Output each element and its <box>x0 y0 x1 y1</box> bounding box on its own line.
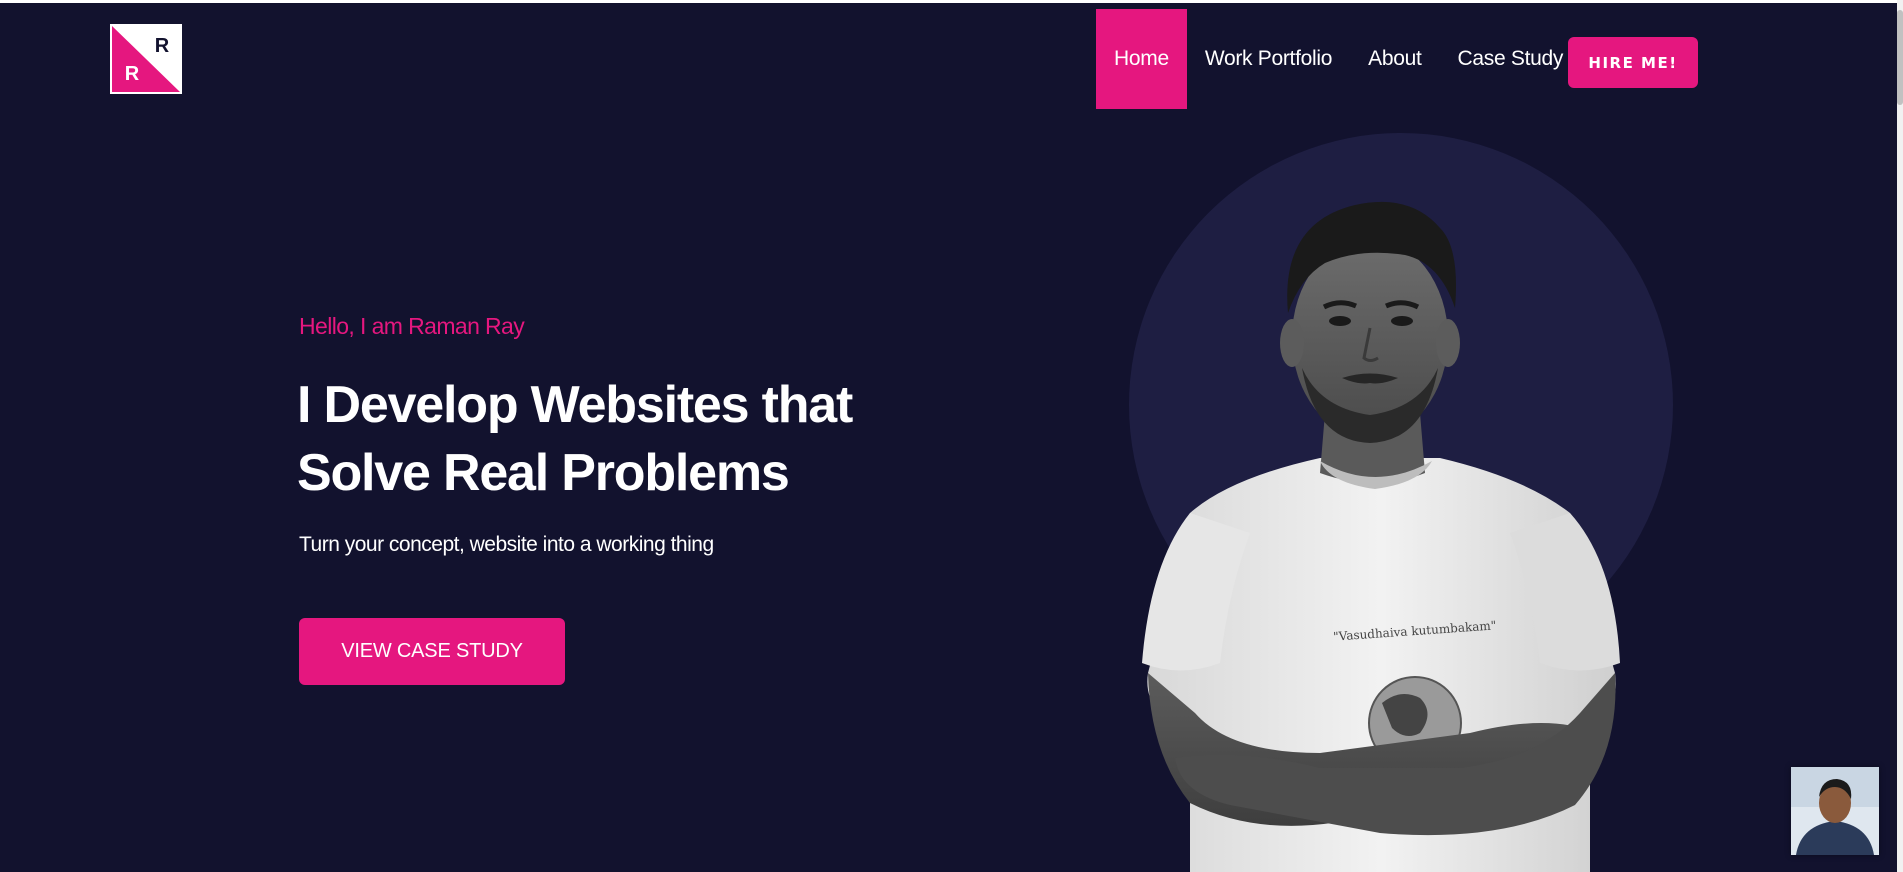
person-photo-icon: "Vasudhaiva kutumbakam" <box>1120 193 1640 872</box>
scrollbar-thumb[interactable] <box>1897 10 1903 105</box>
hire-me-button[interactable]: HIRE ME! <box>1568 37 1698 88</box>
view-case-study-button[interactable]: VIEW CASE STUDY <box>299 618 565 685</box>
hero-section: R R Home Work Portfolio About Case Study… <box>0 3 1897 872</box>
hero-greeting: Hello, I am Raman Ray <box>299 313 525 339</box>
logo-icon: R R <box>112 26 180 92</box>
hero-headline-line1: I Develop Websites that <box>297 376 853 434</box>
chat-avatar-icon[interactable] <box>1791 767 1879 855</box>
logo-letter-top: R <box>155 35 170 57</box>
nav-item-case-study[interactable]: Case Study <box>1440 9 1582 109</box>
hero-subtitle: Turn your concept, website into a workin… <box>299 533 714 556</box>
site-logo[interactable]: R R <box>110 24 182 94</box>
hero-headline: I Develop Websites that Solve Real Probl… <box>297 371 917 507</box>
nav-item-home[interactable]: Home <box>1096 9 1187 109</box>
logo-letter-bottom: R <box>125 63 140 85</box>
nav-item-about[interactable]: About <box>1350 9 1439 109</box>
main-nav: Home Work Portfolio About Case Study <box>1096 9 1581 109</box>
page: R R Home Work Portfolio About Case Study… <box>0 0 1903 872</box>
hero-headline-line2: Solve Real Problems <box>297 444 790 502</box>
page-scrollbar[interactable] <box>1897 0 1903 872</box>
nav-item-work-portfolio[interactable]: Work Portfolio <box>1187 9 1350 109</box>
